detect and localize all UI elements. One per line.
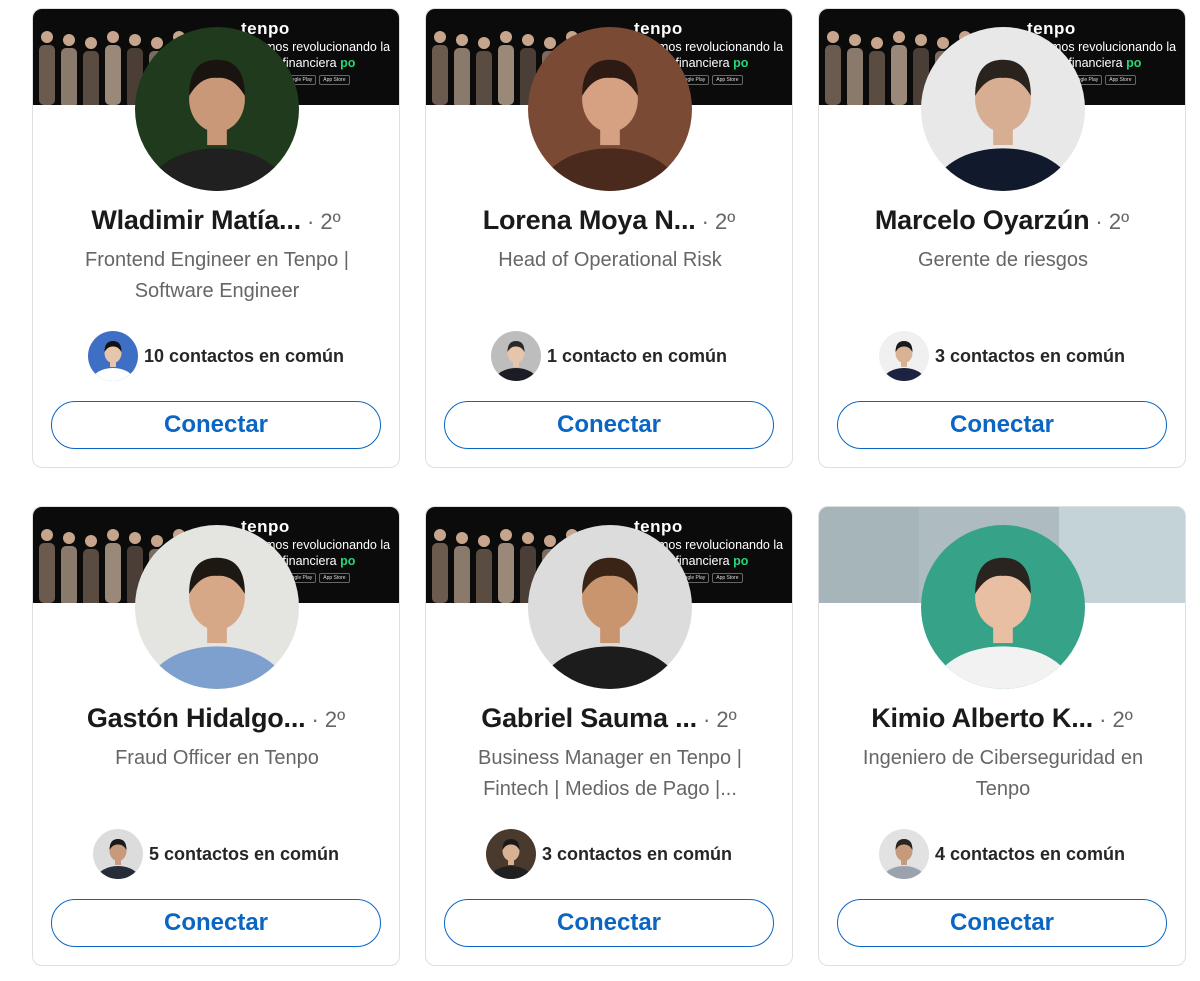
name-row: Wladimir Matía... · 2º xyxy=(33,205,399,236)
profile-headline: Ingeniero de Ciberseguridad en Tenpo xyxy=(862,747,1144,800)
banner-tagline-line1: mos revolucionando la xyxy=(658,40,784,54)
name-row: Kimio Alberto K... · 2º xyxy=(819,703,1185,734)
connect-button[interactable]: Conectar xyxy=(51,899,381,947)
banner-tagline-mark: po xyxy=(340,554,356,568)
person-photo-icon xyxy=(135,27,299,191)
profile-name[interactable]: Kimio Alberto K... xyxy=(871,703,1093,733)
app-store-badge: App Store xyxy=(712,75,743,85)
app-store-badge: App Store xyxy=(319,75,350,85)
profile-avatar[interactable] xyxy=(135,525,299,689)
profile-headline: Business Manager en Tenpo | Fintech | Me… xyxy=(478,747,742,800)
mutual-avatar xyxy=(490,331,541,381)
banner-tagline-mark: po xyxy=(1126,56,1142,70)
connect-button[interactable]: Conectar xyxy=(837,401,1167,449)
name-row: Marcelo Oyarzún · 2º xyxy=(819,205,1185,236)
mutual-avatar xyxy=(92,829,143,879)
connect-button[interactable]: Conectar xyxy=(444,899,774,947)
profile-card[interactable]: tenpo mos revolucionando la ria financie… xyxy=(818,8,1186,468)
app-store-badge: App Store xyxy=(712,573,743,583)
profile-avatar[interactable] xyxy=(921,525,1085,689)
person-photo-icon xyxy=(921,27,1085,191)
connect-button[interactable]: Conectar xyxy=(444,401,774,449)
profile-avatar[interactable] xyxy=(921,27,1085,191)
profile-card[interactable]: tenpo mos revolucionando la ria financie… xyxy=(425,8,793,468)
profile-headline: Gerente de riesgos xyxy=(917,249,1089,271)
connection-degree: · 2º xyxy=(306,209,341,234)
profile-name[interactable]: Wladimir Matía... xyxy=(91,205,301,235)
person-photo-icon xyxy=(92,829,143,879)
banner-tagline-mark: po xyxy=(340,56,356,70)
profile-avatar[interactable] xyxy=(528,525,692,689)
profile-headline: Head of Operational Risk xyxy=(498,249,722,271)
mutual-connections[interactable]: 10 contactos en común xyxy=(33,331,399,381)
profile-name[interactable]: Marcelo Oyarzún xyxy=(875,205,1090,235)
person-photo-icon xyxy=(878,829,929,879)
person-photo-icon xyxy=(485,829,536,879)
connect-button[interactable]: Conectar xyxy=(837,899,1167,947)
mutual-avatar xyxy=(878,829,929,879)
connection-degree: · 2º xyxy=(702,707,737,732)
name-row: Lorena Moya N... · 2º xyxy=(426,205,792,236)
profile-name[interactable]: Gastón Hidalgo... xyxy=(87,703,306,733)
person-photo-icon xyxy=(87,331,138,381)
profile-card[interactable]: Kimio Alberto K... · 2º Ingeniero de Cibe… xyxy=(818,506,1186,966)
mutual-avatar xyxy=(878,331,929,381)
banner-tagline-mark: po xyxy=(733,554,749,568)
banner-tagline-line1: mos revolucionando la xyxy=(1051,40,1177,54)
banner-tagline-line1: mos revolucionando la xyxy=(265,40,391,54)
banner-tagline-line1: mos revolucionando la xyxy=(265,538,391,552)
mutual-avatar xyxy=(87,331,138,381)
people-suggestions-grid: tenpo mos revolucionando la ria financie… xyxy=(0,0,1200,981)
mutual-connections[interactable]: 5 contactos en común xyxy=(33,829,399,879)
profile-headline: Fraud Officer en Tenpo xyxy=(115,747,319,769)
profile-name[interactable]: Lorena Moya N... xyxy=(483,205,696,235)
mutual-connections[interactable]: 4 contactos en común xyxy=(819,829,1185,879)
mutual-connections-text: 1 contacto en común xyxy=(546,345,728,366)
mutual-connections-text: 5 contactos en común xyxy=(148,843,340,864)
mutual-connections-text: 10 contactos en común xyxy=(143,345,345,366)
mutual-connections[interactable]: 3 contactos en común xyxy=(426,829,792,879)
connection-degree: · 2º xyxy=(1095,209,1130,234)
mutual-avatar xyxy=(485,829,536,879)
mutual-connections-text: 3 contactos en común xyxy=(934,345,1126,366)
person-photo-icon xyxy=(135,525,299,689)
mutual-connections[interactable]: 1 contacto en común xyxy=(426,331,792,381)
banner-tagline-line1: mos revolucionando la xyxy=(658,538,784,552)
person-photo-icon xyxy=(878,331,929,381)
person-photo-icon xyxy=(490,331,541,381)
name-row: Gastón Hidalgo... · 2º xyxy=(33,703,399,734)
mutual-connections[interactable]: 3 contactos en común xyxy=(819,331,1185,381)
banner-tagline-mark: po xyxy=(733,56,749,70)
profile-card[interactable]: tenpo mos revolucionando la ria financie… xyxy=(32,506,400,966)
banner-shape xyxy=(819,507,919,603)
connect-button[interactable]: Conectar xyxy=(51,401,381,449)
app-store-badge: App Store xyxy=(1105,75,1136,85)
profile-name[interactable]: Gabriel Sauma ... xyxy=(481,703,697,733)
mutual-connections-text: 3 contactos en común xyxy=(541,843,733,864)
profile-card[interactable]: tenpo mos revolucionando la ria financie… xyxy=(32,8,400,468)
app-store-badge: App Store xyxy=(319,573,350,583)
mutual-connections-text: 4 contactos en común xyxy=(934,843,1126,864)
person-photo-icon xyxy=(921,525,1085,689)
person-photo-icon xyxy=(528,27,692,191)
connection-degree: · 2º xyxy=(311,707,346,732)
profile-avatar[interactable] xyxy=(528,27,692,191)
name-row: Gabriel Sauma ... · 2º xyxy=(426,703,792,734)
profile-avatar[interactable] xyxy=(135,27,299,191)
connection-degree: · 2º xyxy=(1099,707,1133,732)
connection-degree: · 2º xyxy=(701,209,736,234)
profile-headline: Frontend Engineer en Tenpo | Software En… xyxy=(85,249,349,302)
profile-card[interactable]: tenpo mos revolucionando la ria financie… xyxy=(425,506,793,966)
person-photo-icon xyxy=(528,525,692,689)
